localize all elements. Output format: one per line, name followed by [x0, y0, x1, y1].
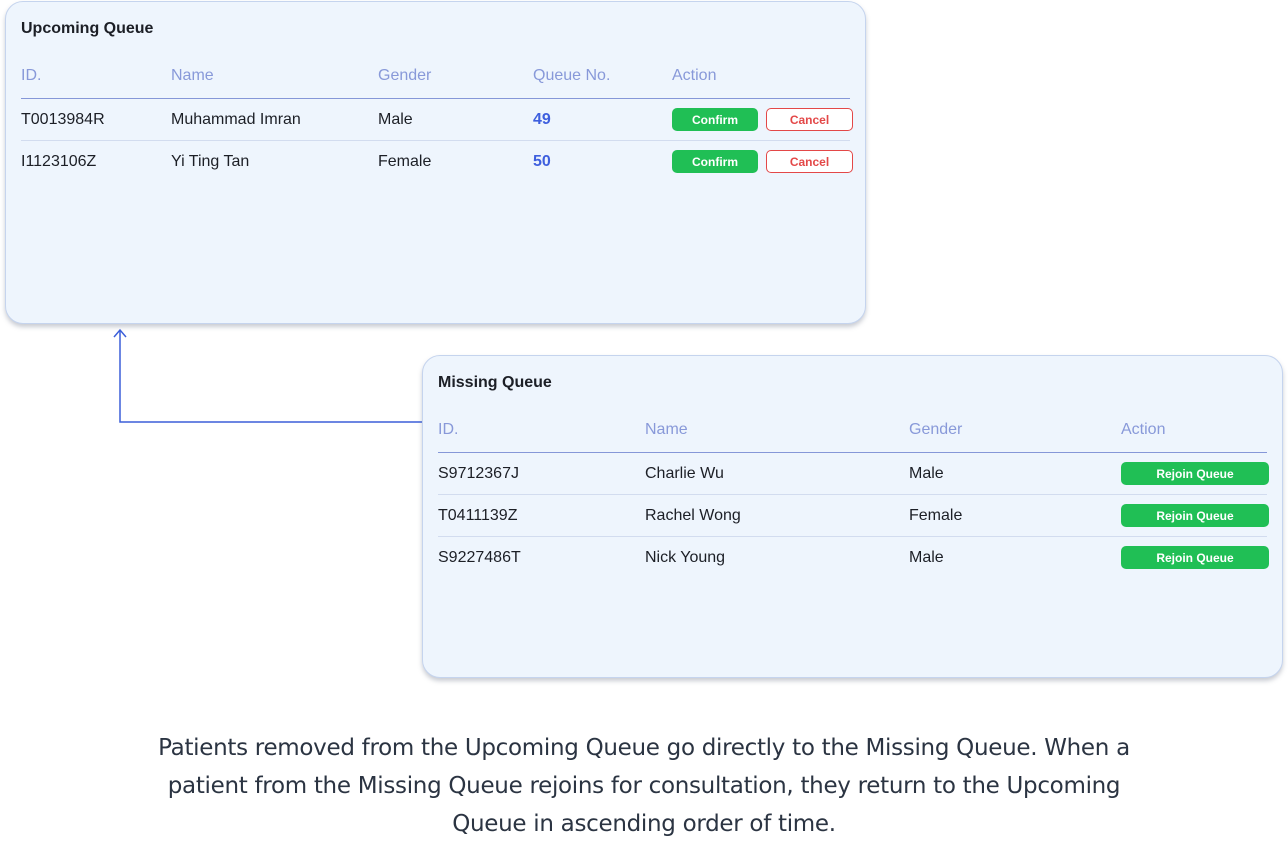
header-name: Name [171, 67, 214, 84]
header-id: ID. [21, 67, 42, 84]
patient-name: Nick Young [645, 548, 726, 566]
patient-name: Charlie Wu [645, 464, 724, 482]
rejoin-queue-button[interactable]: Rejoin Queue [1121, 504, 1269, 527]
patient-gender: Female [909, 506, 963, 524]
header-gender: Gender [378, 67, 432, 84]
rejoin-queue-button[interactable]: Rejoin Queue [1121, 462, 1269, 485]
table-row: T0411139Z Rachel Wong Female Rejoin Queu… [438, 495, 1269, 537]
patient-name: Rachel Wong [645, 506, 741, 524]
action-cell: Confirm Cancel [672, 99, 853, 140]
caption-line: Queue in ascending order of time. [452, 811, 836, 837]
queue-number: 50 [533, 152, 551, 170]
action-cell: Rejoin Queue [1121, 537, 1269, 578]
patient-id: I1123106Z [21, 152, 97, 170]
caption-line: patient from the Missing Queue rejoins f… [167, 773, 1121, 799]
table-row: S9227486T Nick Young Male Rejoin Queue [438, 537, 1269, 578]
table-header-row: ID. Name Gender Queue No. Action [21, 66, 850, 99]
rejoin-queue-button[interactable]: Rejoin Queue [1121, 546, 1269, 569]
caption-line: Patients removed from the Upcoming Queue… [158, 735, 1130, 761]
table-row: I1123106Z Yi Ting Tan Female 50 Confirm … [21, 141, 853, 182]
patient-name: Muhammad Imran [171, 110, 301, 128]
missing-queue-title: Missing Queue [438, 374, 552, 391]
table-row: S9712367J Charlie Wu Male Rejoin Queue [438, 453, 1269, 495]
cancel-button[interactable]: Cancel [766, 150, 853, 173]
upcoming-queue-title: Upcoming Queue [21, 20, 154, 37]
patient-id: T0411139Z [438, 506, 518, 524]
header-action: Action [672, 67, 717, 84]
header-id: ID. [438, 421, 459, 438]
missing-queue-card: Missing Queue ID. Name Gender Action S97… [422, 355, 1283, 678]
arrow-line [119, 330, 422, 423]
confirm-button[interactable]: Confirm [672, 108, 758, 131]
upcoming-queue-table: ID. Name Gender Queue No. Action T001398… [21, 66, 853, 182]
patient-id: S9712367J [438, 464, 519, 482]
upcoming-queue-card: Upcoming Queue ID. Name Gender Queue No.… [5, 1, 866, 324]
missing-queue-table: ID. Name Gender Action S9712367J Charlie… [438, 420, 1269, 578]
header-queue-no: Queue No. [533, 67, 611, 84]
queue-number: 49 [533, 110, 551, 128]
cancel-button[interactable]: Cancel [766, 108, 853, 131]
patient-gender: Male [909, 548, 944, 566]
patient-id: T0013984R [21, 110, 105, 128]
action-cell: Confirm Cancel [672, 141, 853, 182]
header-action: Action [1121, 421, 1166, 438]
explanation-caption: Patients removed from the Upcoming Queue… [0, 729, 1288, 843]
header-name: Name [645, 421, 688, 438]
action-cell: Rejoin Queue [1121, 453, 1269, 494]
patient-id: S9227486T [438, 548, 521, 566]
patient-gender: Female [378, 152, 432, 170]
arrow-head [113, 328, 127, 338]
patient-name: Yi Ting Tan [171, 152, 250, 170]
header-gender: Gender [909, 421, 963, 438]
action-cell: Rejoin Queue [1121, 495, 1269, 536]
confirm-button[interactable]: Confirm [672, 150, 758, 173]
patient-gender: Male [378, 110, 413, 128]
table-row: T0013984R Muhammad Imran Male 49 Confirm… [21, 99, 853, 141]
patient-gender: Male [909, 464, 944, 482]
table-header-row: ID. Name Gender Action [438, 420, 1267, 453]
